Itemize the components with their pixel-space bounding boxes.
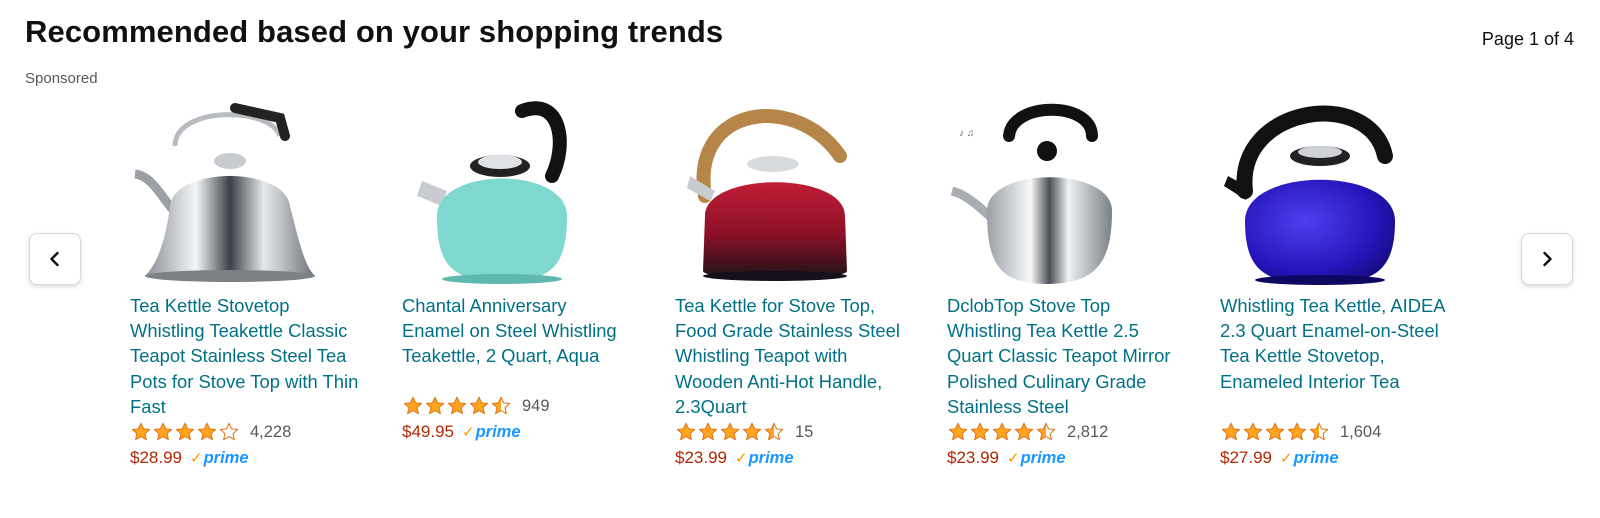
product-card[interactable]: Chantal Anniversary Enamel on Steel Whis… <box>402 96 634 445</box>
chevron-left-icon <box>50 251 59 267</box>
product-rating[interactable]: 15 <box>675 419 907 445</box>
star-full-icon <box>970 422 990 441</box>
product-rating[interactable]: 2,812 <box>947 419 1179 445</box>
star-half-icon <box>491 396 511 415</box>
star-full-icon <box>175 422 195 441</box>
prime-badge-icon: ✓ prime <box>1007 448 1066 468</box>
star-full-icon <box>1243 422 1263 441</box>
carousel-next-button[interactable] <box>1521 233 1573 285</box>
star-full-icon <box>698 422 718 441</box>
product-price: $27.99 <box>1220 448 1272 467</box>
product-card[interactable]: Tea Kettle Stovetop Whistling Teakettle … <box>130 96 362 471</box>
product-title[interactable]: Tea Kettle for Stove Top, Food Grade Sta… <box>675 293 907 419</box>
chevron-right-icon <box>1543 251 1552 267</box>
star-full-icon <box>403 396 423 415</box>
svg-text:♪ ♫: ♪ ♫ <box>959 128 974 139</box>
stainless-kettle-image[interactable] <box>130 96 320 288</box>
page-indicator: Page 1 of 4 <box>1481 29 1574 49</box>
star-full-icon <box>447 396 467 415</box>
carousel-prev-button[interactable] <box>29 233 81 285</box>
product-card[interactable]: Whistling Tea Kettle, AIDEA 2.3 Quart En… <box>1220 96 1452 471</box>
star-full-icon <box>1221 422 1241 441</box>
star-full-icon <box>1265 422 1285 441</box>
star-rating <box>130 421 240 443</box>
prime-badge-icon: ✓ prime <box>190 448 249 468</box>
star-half-icon <box>1036 422 1056 441</box>
review-count[interactable]: 4,228 <box>250 423 291 442</box>
product-rating[interactable]: 1,604 <box>1220 419 1452 445</box>
product-rating[interactable]: 949 <box>402 393 634 419</box>
red-kettle-image[interactable] <box>675 96 865 288</box>
star-full-icon <box>131 422 151 441</box>
star-empty-icon <box>219 422 239 441</box>
product-price: $28.99 <box>130 448 182 467</box>
product-card[interactable]: Tea Kettle for Stove Top, Food Grade Sta… <box>675 96 907 471</box>
aqua-kettle-image[interactable] <box>402 96 592 288</box>
product-price: $23.99 <box>947 448 999 467</box>
star-full-icon <box>742 422 762 441</box>
mirror-kettle-image[interactable]: ♪ ♫ <box>947 96 1137 288</box>
review-count[interactable]: 949 <box>522 397 550 416</box>
star-full-icon <box>992 422 1012 441</box>
product-rating[interactable]: 4,228 <box>130 419 362 445</box>
product-title[interactable]: Tea Kettle Stovetop Whistling Teakettle … <box>130 293 362 419</box>
product-price: $49.95 <box>402 422 454 441</box>
star-full-icon <box>720 422 740 441</box>
section-title: Recommended based on your shopping trend… <box>25 14 724 49</box>
review-count[interactable]: 15 <box>795 423 813 442</box>
star-rating <box>402 395 512 417</box>
sponsored-label: Sponsored <box>25 70 98 87</box>
star-half-icon <box>1309 422 1329 441</box>
prime-badge-icon: ✓ prime <box>735 448 794 468</box>
product-carousel: Tea Kettle Stovetop Whistling Teakettle … <box>130 96 1450 506</box>
star-full-icon <box>1287 422 1307 441</box>
star-full-icon <box>1014 422 1034 441</box>
product-title[interactable]: DclobTop Stove Top Whistling Tea Kettle … <box>947 293 1179 419</box>
star-full-icon <box>425 396 445 415</box>
star-full-icon <box>469 396 489 415</box>
star-rating <box>947 421 1057 443</box>
star-full-icon <box>676 422 696 441</box>
star-half-icon <box>764 422 784 441</box>
star-rating <box>1220 421 1330 443</box>
prime-badge-icon: ✓ prime <box>462 422 521 442</box>
prime-badge-icon: ✓ prime <box>1280 448 1339 468</box>
star-full-icon <box>948 422 968 441</box>
star-full-icon <box>153 422 173 441</box>
star-rating <box>675 421 785 443</box>
star-full-icon <box>197 422 217 441</box>
product-title[interactable]: Whistling Tea Kettle, AIDEA 2.3 Quart En… <box>1220 293 1452 419</box>
product-price: $23.99 <box>675 448 727 467</box>
blue-kettle-image[interactable] <box>1220 96 1410 288</box>
product-card[interactable]: ♪ ♫ DclobTop Stove Top Whistling Tea Ket… <box>947 96 1179 471</box>
review-count[interactable]: 2,812 <box>1067 423 1108 442</box>
review-count[interactable]: 1,604 <box>1340 423 1381 442</box>
